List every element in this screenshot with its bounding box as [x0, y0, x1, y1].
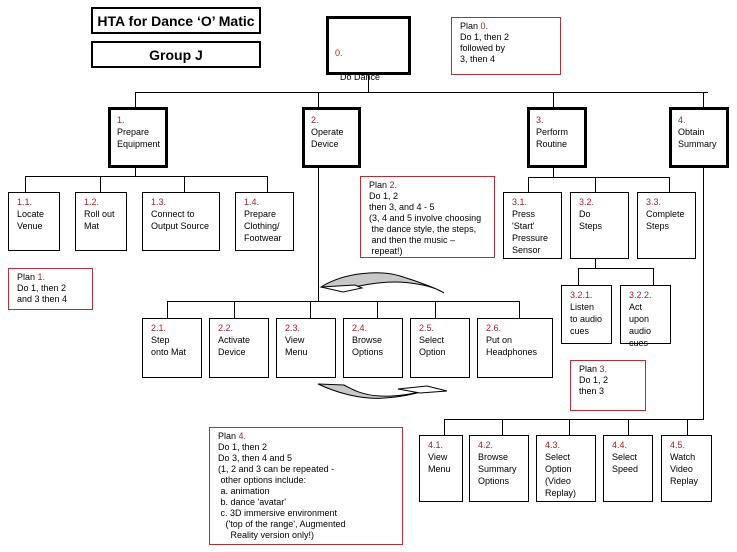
task-label: Put on Headphones — [486, 335, 538, 357]
task-node-1-2[interactable]: 1.2. Roll out Mat — [75, 192, 127, 251]
plan-body: Do 1, then 2 and 3 then 4 — [17, 283, 68, 304]
task-label: Browse Summary Options — [478, 452, 517, 486]
task-node-0[interactable]: 0. Do Dance — [326, 16, 411, 82]
task-node-2-6[interactable]: 2.6. Put on Headphones — [477, 318, 553, 378]
plan-body: Do 1, 2 then 3, and 4 - 5 (3, 4 and 5 in… — [369, 191, 482, 256]
task-number: 3.3. — [646, 197, 662, 207]
task-number: 4.3. — [545, 440, 561, 450]
plan-prefix: Plan — [17, 272, 38, 282]
task-number: 3.1. — [512, 197, 528, 207]
task-number: 3. — [536, 115, 544, 125]
task-number: 3.2.2. — [629, 290, 652, 300]
plan-prefix: Plan — [579, 364, 600, 374]
task-label: Perform Routine — [536, 127, 569, 149]
plan-0: Plan 0. Do 1, then 2 followed by 3, then… — [451, 17, 561, 75]
task-label: Listen to audio cues — [570, 302, 603, 336]
task-node-2-4[interactable]: 2.4. Browse Options — [343, 318, 403, 378]
task-label: Step onto Mat — [151, 335, 187, 357]
plan-prefix: Plan — [218, 431, 239, 441]
task-number: 1.3. — [151, 197, 167, 207]
task-number: 2.2. — [218, 323, 234, 333]
plan-2: Plan 2. Do 1, 2 then 3, and 4 - 5 (3, 4 … — [360, 176, 495, 258]
task-node-1[interactable]: 1. Prepare Equipment — [108, 107, 168, 168]
task-label: Select Option (Video Replay) — [545, 452, 577, 498]
loop-arrow-upper — [319, 272, 445, 294]
task-number: 2.1. — [151, 323, 167, 333]
task-number: 3.2. — [579, 197, 595, 207]
plan-body: Do 1, then 2 followed by 3, then 4 — [460, 32, 510, 64]
plan-4: Plan 4. Do 1, then 2 Do 3, then 4 and 5 … — [209, 427, 403, 545]
task-number: 3.2.1. — [570, 290, 593, 300]
task-label: Do Dance — [340, 72, 381, 82]
task-label: Do Steps — [579, 209, 603, 231]
task-label: Roll out Mat — [84, 209, 115, 231]
plan-3: Plan 3. Do 1, 2 then 3 — [570, 360, 646, 411]
task-label: Locate Venue — [17, 209, 45, 231]
task-node-4-1[interactable]: 4.1. View Menu — [419, 435, 463, 502]
task-number: 4.5. — [670, 440, 686, 450]
task-node-2-1[interactable]: 2.1. Step onto Mat — [142, 318, 202, 378]
task-node-2[interactable]: 2. Operate Device — [302, 107, 361, 168]
task-number: 1.4. — [244, 197, 260, 207]
task-node-1-4[interactable]: 1.4. Prepare Clothing/ Footwear — [235, 192, 294, 251]
task-label: View Menu — [285, 335, 308, 357]
task-node-3-1[interactable]: 3.1. Press 'Start' Pressure Sensor — [503, 192, 562, 259]
task-label: Select Speed — [612, 452, 639, 474]
task-label: Operate Device — [311, 127, 344, 149]
task-label: Select Option — [419, 335, 446, 357]
task-label: Browse Options — [352, 335, 384, 357]
plan-1: Plan 1. Do 1, then 2 and 3 then 4 — [8, 268, 93, 310]
task-number: 2.6. — [486, 323, 502, 333]
task-node-2-5[interactable]: 2.5. Select Option — [410, 318, 470, 378]
plan-number: 0. — [480, 21, 489, 31]
task-node-1-3[interactable]: 1.3. Connect to Output Source — [142, 192, 220, 251]
task-number: 0. — [335, 48, 343, 58]
task-label: Prepare Clothing/ Footwear — [244, 209, 282, 243]
task-label: Connect to Output Source — [151, 209, 210, 231]
task-number: 4.1. — [428, 440, 444, 450]
plan-number: 1. — [37, 272, 46, 282]
task-node-3-2[interactable]: 3.2. Do Steps — [570, 192, 629, 259]
task-node-3-3[interactable]: 3.3. Complete Steps — [637, 192, 696, 259]
plan-number: 4. — [238, 431, 247, 441]
loop-arrow-lower — [317, 383, 448, 399]
task-number: 1.2. — [84, 197, 100, 207]
task-label: Complete Steps — [646, 209, 685, 231]
task-number: 1. — [117, 115, 125, 125]
task-number: 4.4. — [612, 440, 628, 450]
plan-number: 2. — [389, 180, 398, 190]
task-node-4-5[interactable]: 4.5. Watch Video Replay — [661, 435, 712, 502]
task-number: 4.2. — [478, 440, 494, 450]
task-node-4-4[interactable]: 4.4. Select Speed — [603, 435, 653, 502]
task-node-3-2-1[interactable]: 3.2.1. Listen to audio cues — [561, 285, 612, 344]
task-number: 2. — [311, 115, 319, 125]
task-label: Activate Device — [218, 335, 251, 357]
task-node-1-1[interactable]: 1.1. Locate Venue — [8, 192, 60, 251]
task-label: Obtain Summary — [678, 127, 717, 149]
task-label: Act upon audio cues — [629, 302, 652, 348]
task-node-4-2[interactable]: 4.2. Browse Summary Options — [469, 435, 529, 502]
task-node-2-3[interactable]: 2.3. View Menu — [276, 318, 336, 378]
task-number: 2.4. — [352, 323, 368, 333]
task-label: Press 'Start' Pressure Sensor — [512, 209, 549, 255]
task-node-3[interactable]: 3. Perform Routine — [527, 107, 587, 168]
plan-number: 3. — [599, 364, 608, 374]
task-node-3-2-2[interactable]: 3.2.2. Act upon audio cues — [620, 285, 671, 348]
plan-body: Do 1, 2 then 3 — [579, 375, 609, 396]
task-number: 2.5. — [419, 323, 435, 333]
plan-prefix: Plan — [460, 21, 481, 31]
task-number: 2.3. — [285, 323, 301, 333]
task-node-4-3[interactable]: 4.3. Select Option (Video Replay) — [536, 435, 596, 502]
task-node-4[interactable]: 4. Obtain Summary — [669, 107, 729, 168]
task-number: 4. — [678, 115, 686, 125]
task-label: View Menu — [428, 452, 451, 474]
plan-prefix: Plan — [369, 180, 390, 190]
task-label: Watch Video Replay — [670, 452, 699, 486]
plan-body: Do 1, then 2 Do 3, then 4 and 5 (1, 2 an… — [218, 442, 346, 540]
task-number: 1.1. — [17, 197, 33, 207]
task-label: Prepare Equipment — [117, 127, 161, 149]
task-node-2-2[interactable]: 2.2. Activate Device — [209, 318, 269, 378]
